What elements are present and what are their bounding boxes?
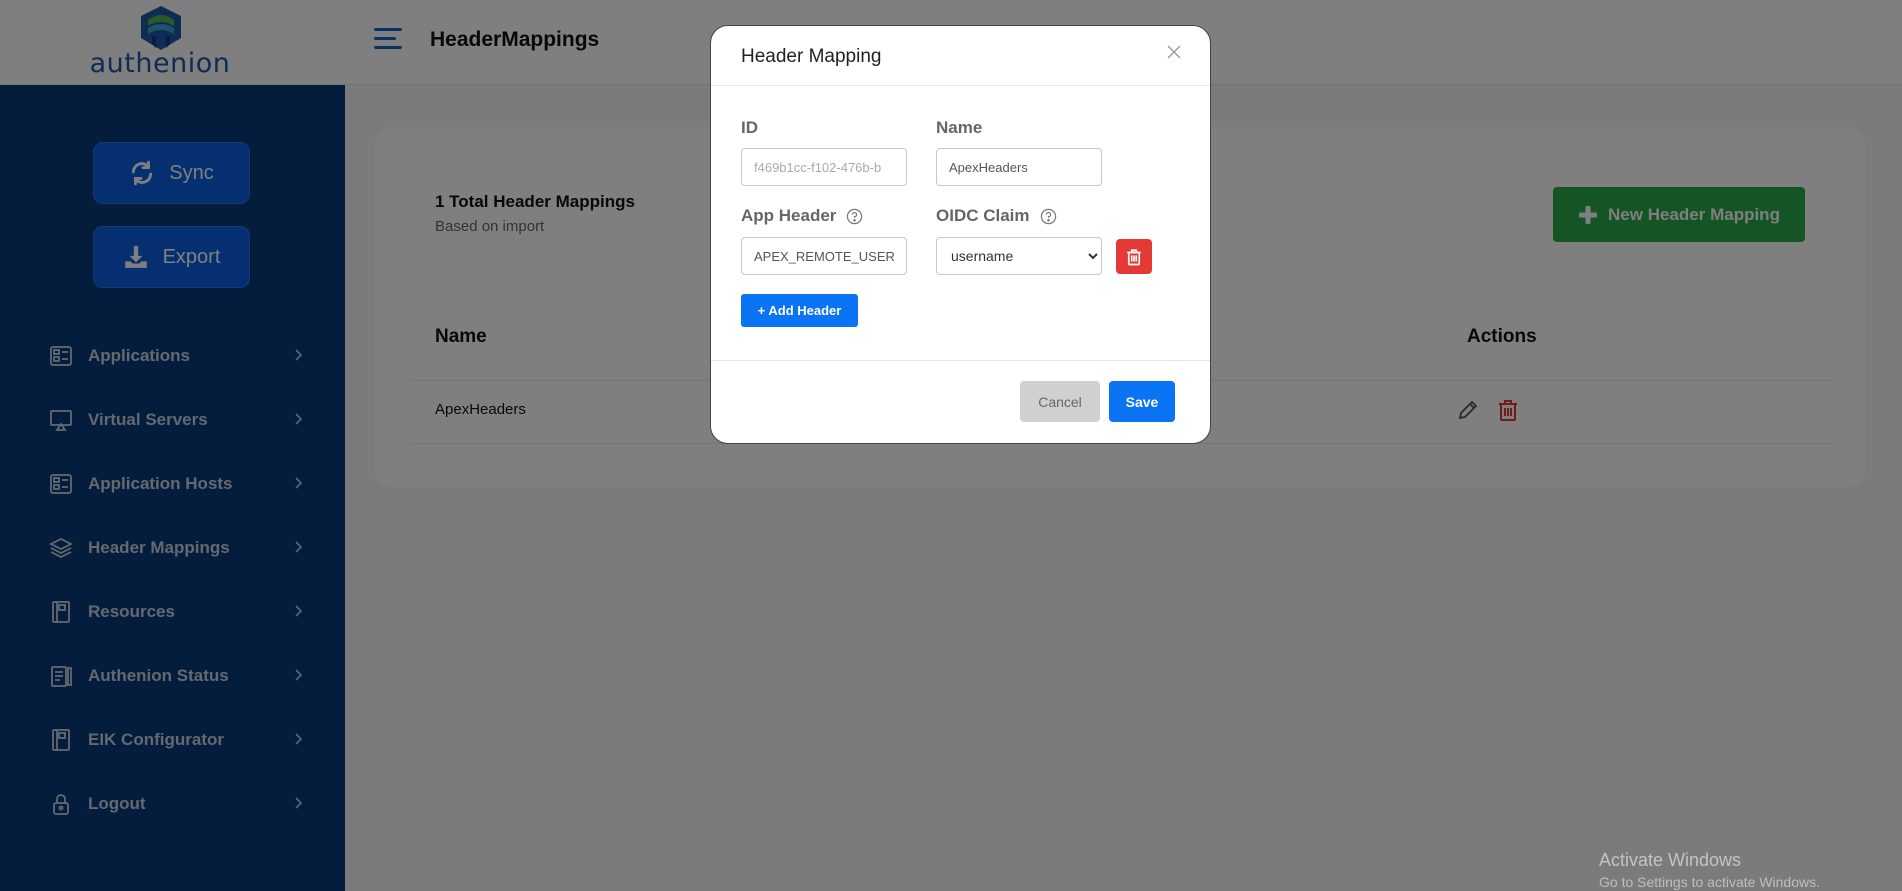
- modal-footer-divider: [711, 360, 1210, 361]
- modal-title: Header Mapping: [741, 46, 882, 67]
- activate-windows-title: Activate Windows: [1599, 850, 1742, 870]
- name-field[interactable]: [936, 148, 1102, 186]
- oidc-claim-select[interactable]: username: [936, 237, 1102, 275]
- app-header-field[interactable]: [741, 237, 907, 275]
- activate-windows-subtitle: Go to Settings to activate Windows.: [1599, 874, 1820, 890]
- oidc-claim-label: OIDC Claim: [936, 206, 1057, 226]
- help-icon[interactable]: [1040, 208, 1057, 225]
- trash-icon: [1127, 248, 1141, 265]
- close-icon[interactable]: [1166, 44, 1182, 60]
- delete-header-button[interactable]: [1116, 239, 1152, 274]
- app-header-label: App Header: [741, 206, 863, 226]
- name-label-text: Name: [936, 118, 983, 137]
- add-header-button[interactable]: + Add Header: [741, 294, 858, 327]
- save-button[interactable]: Save: [1109, 381, 1175, 422]
- cancel-button[interactable]: Cancel: [1020, 381, 1100, 422]
- modal-header-divider: [711, 85, 1210, 86]
- id-label-text: ID: [741, 118, 758, 137]
- header-mapping-modal: Header Mapping ID Name App Header OIDC C…: [710, 25, 1211, 444]
- oidc-claim-label-text: OIDC Claim: [936, 206, 1030, 225]
- help-icon[interactable]: [846, 208, 863, 225]
- app-header-label-text: App Header: [741, 206, 837, 225]
- id-field[interactable]: [741, 148, 907, 186]
- name-label: Name: [936, 118, 982, 138]
- id-label: ID: [741, 118, 758, 138]
